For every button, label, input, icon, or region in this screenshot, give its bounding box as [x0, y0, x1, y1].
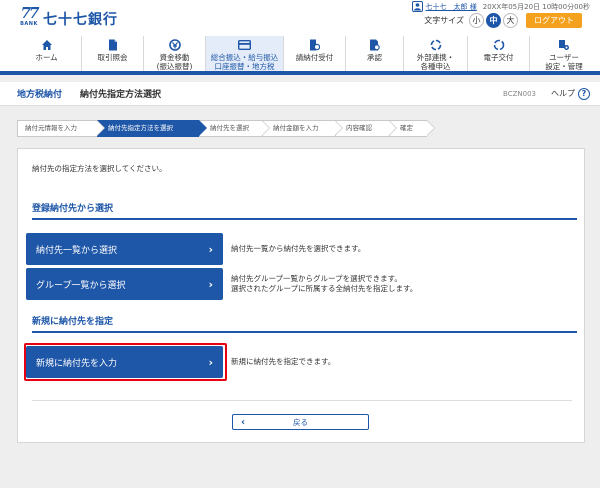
- description-text: 新規に納付先を指定できます。: [231, 357, 336, 366]
- nav-label: ホーム: [35, 53, 58, 62]
- select-from-payee-list-button[interactable]: 納付先一覧から選択 ›: [26, 233, 223, 265]
- nav-item-transfer[interactable]: 資金移動 (振込振替): [144, 36, 206, 71]
- help-icon: ?: [578, 87, 590, 100]
- user-icon: [411, 1, 423, 12]
- nav-label: 資金移動 (振込振替): [156, 53, 193, 71]
- user-settings-icon: [558, 39, 570, 51]
- nav-item-external[interactable]: 外部連携・ 各種申込: [404, 36, 468, 71]
- document-icon: [108, 39, 118, 51]
- chevron-right-icon: ›: [208, 277, 213, 291]
- tax-icon: [309, 39, 320, 51]
- user-name-link[interactable]: 七十七 太郎 様: [426, 2, 477, 12]
- select-from-group-list-button[interactable]: グループ一覧から選択 ›: [26, 268, 223, 300]
- nav-item-user-settings[interactable]: ユーザー 設定・管理: [530, 36, 598, 71]
- nav-label: 承認: [367, 53, 382, 62]
- nav-label: 電子交付: [483, 53, 514, 62]
- nav-label: 取引照会: [97, 53, 128, 62]
- top-bar: 77 BANK 七十七銀行 七十七 太郎 様 20XX年05月20日 10時00…: [0, 0, 600, 36]
- enter-new-payee-button[interactable]: 新規に納付先を入力 ›: [26, 346, 223, 378]
- page-title: 納付先指定方法選択: [80, 90, 162, 100]
- bank-name: 七十七銀行: [43, 12, 118, 28]
- global-nav: ホーム 取引照会 資金移動 (振込振替) 総合振込・給与振込 口座振替・地方税 …: [0, 36, 600, 75]
- group-list-description: 納付先グループ一覧からグループを選択できます。 選択されたグループに所属する全納…: [231, 274, 417, 294]
- button-label: 新規に納付先を入力: [36, 358, 118, 369]
- step-5: 内容確認: [335, 120, 397, 137]
- new-payee-description: 新規に納付先を指定できます。: [231, 357, 335, 367]
- nav-item-approval[interactable]: 承認: [346, 36, 404, 71]
- logo-mark: 77 BANK: [18, 6, 40, 27]
- chevron-right-icon: ›: [208, 355, 213, 369]
- step-2-current: 納付先指定方法を選択: [97, 120, 207, 137]
- back-button-label: 戻る: [293, 417, 308, 427]
- font-size-large-button[interactable]: 大: [503, 13, 518, 28]
- new-payee-row: 新規に納付先を入力 › 新規に納付先を指定できます。: [26, 346, 335, 378]
- font-size-medium-button[interactable]: 中: [486, 13, 501, 28]
- section-heading-registered: 登録納付先から選択: [32, 201, 577, 220]
- step-1: 納付元情報を入力: [17, 120, 105, 137]
- ebook-icon: [493, 39, 505, 51]
- step-indicator: 納付元情報を入力 納付先指定方法を選択 納付先を選択 納付金額を入力 内容確認 …: [17, 120, 435, 137]
- bank-logo[interactable]: 77 BANK 七十七銀行: [18, 6, 118, 29]
- page-category: 地方税納付: [17, 90, 63, 100]
- step-4: 納付金額を入力: [262, 120, 343, 137]
- nav-item-tax-receipt[interactable]: 請納付受付: [284, 36, 346, 71]
- main-panel: 納付先の指定方法を選択してください。 登録納付先から選択 納付先一覧から選択 ›…: [17, 148, 585, 443]
- home-icon: [41, 39, 53, 51]
- page-header: 地方税納付 納付先指定方法選択 BCZN003 ヘルプ ?: [0, 82, 600, 106]
- font-size-small-button[interactable]: 小: [469, 13, 484, 28]
- logo-77: 77: [20, 4, 40, 22]
- button-label: 納付先一覧から選択: [36, 245, 118, 256]
- nav-label: 請納付受付: [295, 53, 334, 62]
- step-3: 納付先を選択: [199, 120, 270, 137]
- logo-bank: BANK: [20, 21, 38, 27]
- description-line-2: 選択されたグループに所属する全納付先を指定します。: [231, 284, 418, 293]
- payee-list-description: 納付先一覧から納付先を選択できます。: [231, 244, 365, 254]
- description-line-1: 納付先グループ一覧からグループを選択できます。: [231, 274, 402, 283]
- nav-item-payment[interactable]: 総合振込・給与振込 口座振替・地方税: [206, 36, 284, 71]
- font-size-label: 文字サイズ: [424, 16, 464, 25]
- chevron-right-icon: ›: [208, 242, 213, 256]
- screen-code: BCZN003: [503, 89, 536, 98]
- link-icon: [430, 39, 442, 51]
- nav-item-e-delivery[interactable]: 電子交付: [468, 36, 530, 71]
- instruction-text: 納付先の指定方法を選択してください。: [32, 164, 167, 173]
- user-info: 七十七 太郎 様 20XX年05月20日 10時00分00秒: [411, 1, 590, 12]
- logout-button[interactable]: ログアウト: [526, 13, 582, 28]
- transfer-icon: [168, 39, 181, 51]
- approve-icon: [369, 39, 380, 51]
- back-button[interactable]: ‹ 戻る: [232, 414, 369, 430]
- help-label: ヘルプ: [551, 89, 575, 98]
- payment-icon: [238, 39, 251, 51]
- nav-label: 総合振込・給与振込 口座振替・地方税: [210, 53, 279, 71]
- nav-label: ユーザー 設定・管理: [545, 53, 583, 71]
- description-text: 納付先一覧から納付先を選択できます。: [231, 244, 366, 253]
- payee-list-row: 納付先一覧から選択 › 納付先一覧から納付先を選択できます。: [26, 233, 365, 265]
- button-label: グループ一覧から選択: [36, 280, 126, 291]
- nav-item-inquiry[interactable]: 取引照会: [82, 36, 144, 71]
- help-link[interactable]: ヘルプ ?: [551, 87, 590, 100]
- section-heading-new: 新規に納付先を指定: [32, 314, 577, 333]
- divider: [32, 400, 572, 401]
- font-size-controls: 文字サイズ 小 中 大 ログアウト: [424, 13, 582, 28]
- login-datetime: 20XX年05月20日 10時00分00秒: [482, 2, 590, 11]
- nav-item-home[interactable]: ホーム: [12, 36, 82, 71]
- nav-label: 外部連携・ 各種申込: [416, 53, 455, 71]
- group-list-row: グループ一覧から選択 › 納付先グループ一覧からグループを選択できます。 選択さ…: [26, 268, 417, 300]
